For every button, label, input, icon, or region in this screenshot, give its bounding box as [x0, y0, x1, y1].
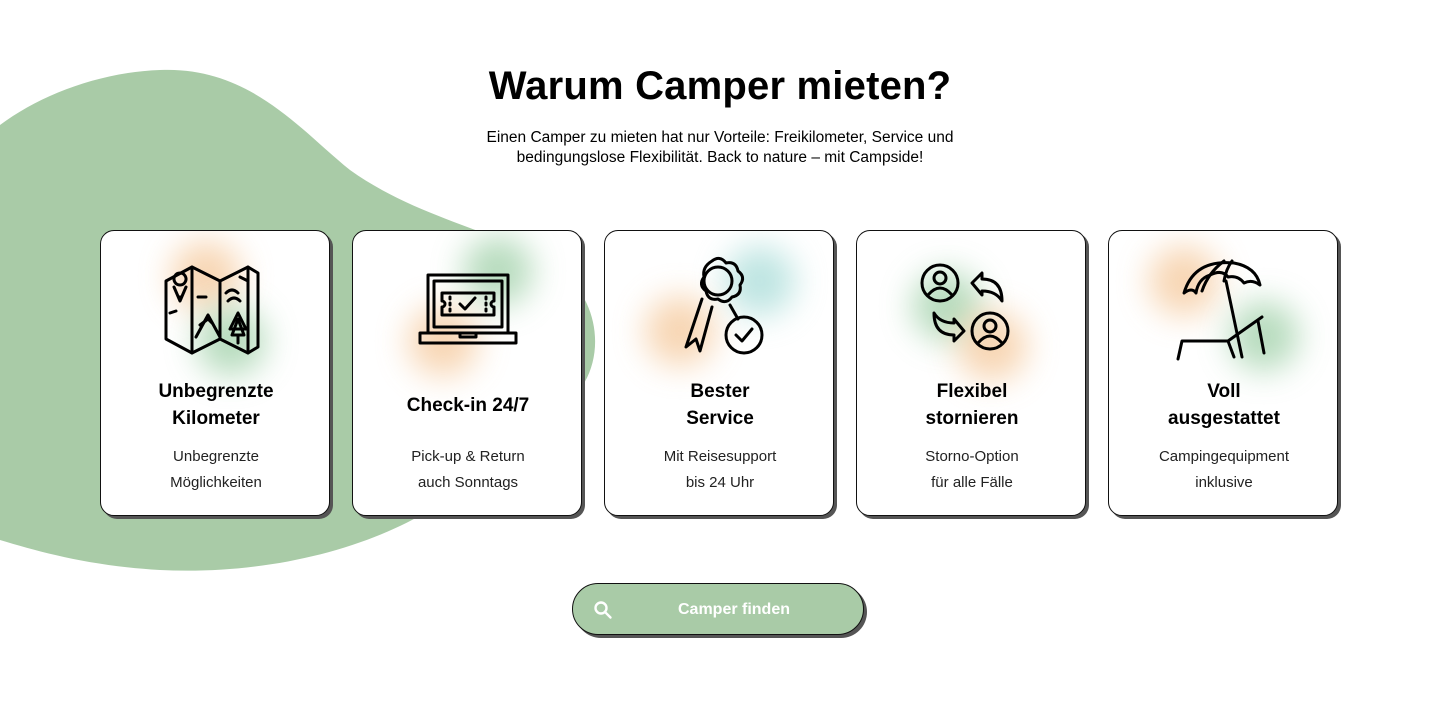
laptop-ticket-icon [418, 273, 518, 345]
card-description: Campingequipment inklusive [1158, 448, 1290, 491]
benefit-card-checkin: Check-in 24/7 Pick-up & Return auch Sonn… [352, 230, 582, 516]
card-description: Mit Reisesupport bis 24 Uhr [663, 448, 777, 491]
card-description: Pick-up & Return auch Sonntags [411, 448, 525, 491]
section-intro: Einen Camper zu mieten hat nur Vorteile:… [460, 128, 980, 167]
user-swap-icon [920, 263, 1010, 351]
benefit-card-service: Bester Service Mit Reisesupport bis 24 U… [604, 230, 834, 516]
section-heading: Warum Camper mieten? [488, 64, 952, 108]
award-icon [684, 256, 764, 355]
benefit-card-equipped: Voll ausgestattet Campingequipment inklu… [1108, 230, 1338, 516]
benefit-card-cancellation: Flexibel stornieren Storno-Option für al… [856, 230, 1086, 516]
benefit-cards: Unbegrenzte Kilometer Unbegrenzte Möglic… [100, 230, 1340, 520]
find-camper-label: Camper finden [677, 601, 790, 618]
intro-line-1: Einen Camper zu mieten hat nur Vorteile:… [486, 129, 954, 146]
card-title: Voll ausgestattet [1168, 381, 1280, 429]
map-icon [164, 265, 260, 355]
why-rent-section: Warum Camper mieten? Einen Camper zu mie… [0, 0, 1440, 704]
card-title: Flexibel stornieren [925, 381, 1019, 429]
intro-line-2: bedingungslose Flexibilität. Back to nat… [516, 148, 924, 166]
beach-chair-icon [1176, 259, 1266, 361]
card-title: Unbegrenzte Kilometer [158, 381, 274, 429]
card-title: Check-in 24/7 [406, 395, 530, 416]
card-description: Unbegrenzte Möglichkeiten [170, 448, 262, 491]
card-description: Storno-Option für alle Fälle [925, 448, 1019, 491]
find-camper-button[interactable]: Camper finden [572, 583, 864, 635]
card-title: Bester Service [686, 381, 754, 429]
benefit-card-kilometers: Unbegrenzte Kilometer Unbegrenzte Möglic… [100, 230, 330, 516]
